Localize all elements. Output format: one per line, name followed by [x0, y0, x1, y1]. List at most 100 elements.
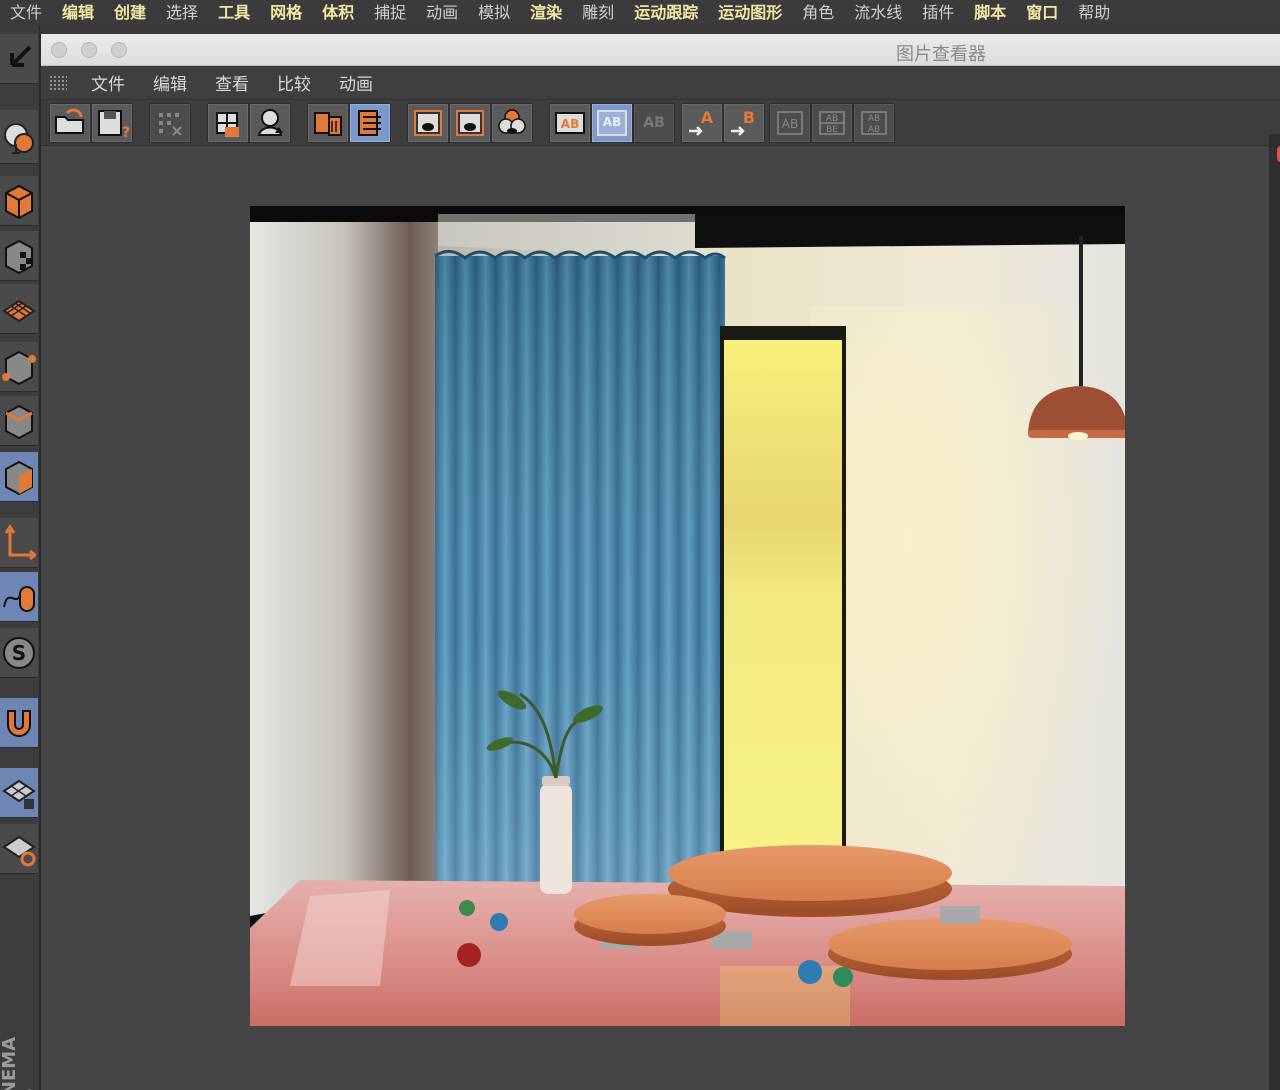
cinema4d-brand: CINEMA 4D	[0, 1036, 41, 1090]
picture-viewer-window: 图片查看器 文件编辑查看比较动画 ?	[40, 34, 1280, 1090]
plane-grid-tool[interactable]	[0, 284, 38, 334]
svg-text:AB: AB	[561, 117, 579, 131]
cube-object-tool[interactable]	[0, 176, 38, 226]
snapshot-button[interactable]	[250, 104, 290, 142]
undo-arrow-tool[interactable]	[0, 34, 38, 84]
menu-item[interactable]: 脚本	[964, 1, 1016, 25]
checker-cube-icon	[5, 239, 33, 274]
solo-s-icon: S	[3, 636, 35, 669]
svg-text:?: ?	[122, 125, 129, 139]
menu-item[interactable]: 体积	[312, 1, 364, 25]
grid-rotate-icon	[2, 835, 36, 866]
menu-item[interactable]: 动画	[416, 1, 468, 25]
viewer-menu-item[interactable]: 查看	[201, 70, 263, 95]
axis-icon	[4, 523, 36, 560]
menu-item[interactable]: 模拟	[468, 1, 520, 25]
cube-icon	[5, 184, 33, 219]
polygons-mode-tool[interactable]	[0, 452, 38, 502]
ab-overlay-button[interactable]: AB	[634, 104, 674, 142]
menu-item[interactable]: 工具	[208, 1, 260, 25]
grid-plane-icon	[2, 299, 36, 322]
snap-magnet-tool[interactable]	[0, 698, 38, 748]
open-file-button[interactable]	[50, 104, 90, 142]
zoom-window-button[interactable]	[111, 42, 127, 58]
viewer-menu-item[interactable]: 文件	[77, 70, 139, 95]
ab-horizontal-icon: ABBE	[819, 111, 845, 135]
minimize-window-button[interactable]	[81, 42, 97, 58]
grid-lock-icon	[2, 779, 36, 809]
set-b-icon: B	[731, 108, 755, 136]
show-b-button[interactable]	[450, 104, 490, 142]
menu-item[interactable]: 运动跟踪	[624, 1, 708, 25]
magnet-icon	[7, 709, 31, 737]
cube-polygons-icon	[5, 460, 33, 495]
live-selection-tool[interactable]	[0, 110, 38, 164]
menu-item[interactable]: 运动图形	[708, 1, 792, 25]
set-as-a-button[interactable]: A	[682, 104, 722, 142]
ab-overlay-icon: AB	[643, 115, 665, 131]
set-a-icon: A	[689, 108, 714, 136]
ab-flip-button[interactable]: AB AB	[854, 104, 894, 142]
open-folder-icon	[55, 108, 84, 134]
checker-cube-tool[interactable]	[0, 231, 38, 281]
ab-compare-button[interactable]: AB	[550, 104, 590, 142]
ab-split-button[interactable]: AB	[592, 104, 632, 142]
history-tool-group	[307, 103, 391, 143]
menu-item[interactable]: 流水线	[844, 1, 912, 25]
ab-horizontal-button[interactable]: AB BE	[812, 104, 852, 142]
menu-item[interactable]: 选择	[156, 1, 208, 25]
viewer-menu-item[interactable]: 动画	[325, 70, 387, 95]
cube-points-icon	[2, 350, 36, 385]
menu-item[interactable]: 帮助	[1068, 1, 1120, 25]
tweak-mouse-tool[interactable]	[0, 572, 38, 622]
dotted-grid-icon	[159, 113, 182, 136]
save-as-button[interactable]: ?	[92, 104, 132, 142]
menu-item[interactable]: 编辑	[52, 1, 104, 25]
trash-icon	[314, 112, 342, 136]
axis-tool[interactable]	[0, 518, 38, 568]
solo-tool[interactable]: S	[0, 628, 38, 678]
globe-icon	[4, 122, 34, 154]
menu-item[interactable]: 网格	[260, 1, 312, 25]
show-a-button[interactable]	[408, 104, 448, 142]
file-tool-group: ?	[49, 103, 133, 143]
viewer-menubar: 文件 编辑 查看 比较 动画	[41, 66, 1280, 100]
viewer-menu-item[interactable]: 编辑	[139, 70, 201, 95]
menu-grip-icon[interactable]	[49, 74, 67, 91]
render-region-button[interactable]	[208, 104, 248, 142]
ab-vertical-icon: AB	[777, 111, 803, 135]
image-canvas-area[interactable]	[41, 146, 1280, 1090]
set-as-b-button[interactable]: B	[724, 104, 764, 142]
svg-text:A: A	[701, 108, 714, 127]
svg-text:AB: AB	[643, 115, 665, 131]
ab-vertical-button[interactable]: AB	[770, 104, 810, 142]
save-disk-icon: ?	[98, 110, 129, 139]
menu-item[interactable]: 文件	[0, 1, 52, 25]
menu-item[interactable]: 创建	[104, 1, 156, 25]
workplane-lock-tool[interactable]	[0, 768, 38, 818]
menu-item[interactable]: 渲染	[520, 1, 572, 25]
viewer-menu-item[interactable]: 比较	[263, 70, 325, 95]
svg-text:S: S	[12, 641, 26, 665]
svg-text:AB: AB	[603, 115, 621, 129]
svg-text:AB: AB	[868, 114, 880, 124]
workplane-rotate-tool[interactable]	[0, 824, 38, 874]
snapshot-person-icon	[257, 109, 283, 136]
history-list-button[interactable]	[350, 104, 390, 142]
menu-item[interactable]: 捕捉	[364, 1, 416, 25]
stop-render-button[interactable]	[150, 104, 190, 142]
edges-mode-tool[interactable]	[0, 396, 38, 446]
menu-item[interactable]: 雕刻	[572, 1, 624, 25]
points-mode-tool[interactable]	[0, 342, 38, 392]
menu-item[interactable]: 窗口	[1016, 1, 1068, 25]
render-scene	[250, 206, 1125, 1026]
delete-image-button[interactable]	[308, 104, 348, 142]
arrow-icon	[10, 45, 32, 67]
window-title: 图片查看器	[896, 44, 986, 65]
channels-button[interactable]	[492, 104, 532, 142]
main-menubar: 文件 编辑 创建 选择 工具 网格 体积 捕捉 动画 模拟 渲染 雕刻 运动跟踪 运动图形 角色 流水线 插件脚…	[0, 0, 1280, 26]
menu-item[interactable]: 插件	[912, 1, 964, 25]
close-window-button[interactable]	[51, 42, 67, 58]
window-titlebar: 图片查看器	[41, 34, 1280, 66]
menu-item[interactable]: 角色	[792, 1, 844, 25]
